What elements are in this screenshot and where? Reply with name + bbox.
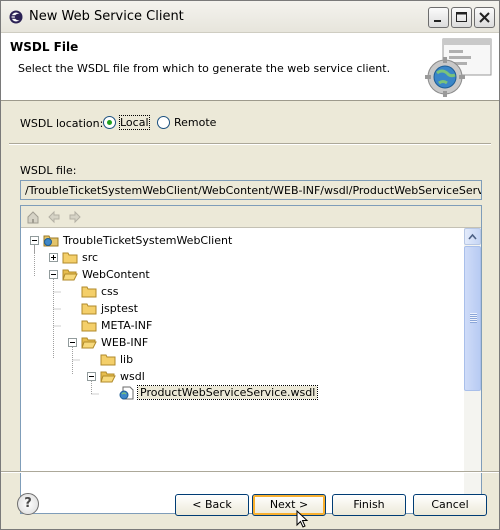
tree-item-lib[interactable]: lib [21,351,221,368]
separator [9,143,491,145]
radio-circle [157,116,170,129]
tree-item-label: src [82,251,99,264]
open-folder-icon [100,371,116,383]
tree-item-meta-inf[interactable]: META-INF [21,317,221,334]
tree-item-css[interactable]: css [21,283,221,300]
radio-circle [103,116,116,129]
expand-icon[interactable] [49,253,58,262]
local-radio[interactable]: Local [103,115,150,131]
tree-toolbar [21,206,481,228]
title-bar: New Web Service Client [1,1,499,33]
close-icon [479,12,490,23]
new-web-service-client-dialog: New Web Service Client WSDL File Select … [0,0,500,530]
wizard-content: WSDL location: Local Remote WSDL file: /… [1,102,499,514]
maximize-button[interactable] [451,7,472,28]
minimize-button[interactable] [428,7,449,28]
collapse-icon[interactable] [68,338,77,347]
open-folder-icon [62,269,78,281]
tree-item-label: ProductWebServiceService.wsdl [136,385,319,400]
tree-item-label: wsdl [120,370,145,383]
folder-icon [81,320,97,332]
collapse-icon[interactable] [87,372,96,381]
separator [1,471,499,473]
tree-item-label: WEB-INF [101,336,149,349]
scroll-thumb[interactable] [464,246,481,391]
radio-selected-dot [107,120,112,125]
tree-item-src[interactable]: src [21,249,221,266]
local-radio-label: Local [119,115,150,130]
folder-icon [81,286,97,298]
cancel-button[interactable]: Cancel [413,494,487,516]
scroll-up-button[interactable] [464,228,481,245]
wsdl-file-icon [119,386,134,400]
open-folder-icon [81,337,97,349]
close-button[interactable] [474,7,495,28]
tree-item-label: WebContent [82,268,150,281]
tree-item-wsdl-file[interactable]: ProductWebServiceService.wsdl [21,385,321,402]
collapse-icon[interactable] [30,236,39,245]
collapse-icon[interactable] [49,270,58,279]
folder-icon [100,354,116,366]
folder-icon [62,252,78,264]
forward-arrow-icon[interactable] [68,210,82,224]
wsdl-file-label: WSDL file: [20,164,77,177]
maximize-icon [456,12,467,22]
web-service-globe-image [425,38,492,97]
tree-item-label: lib [120,353,134,366]
tree-item-jsptest[interactable]: jsptest [21,300,221,317]
mouse-pointer-icon [296,510,309,528]
scroll-grip [470,313,477,323]
tree-item-label: TroubleTicketSystemWebClient [63,234,233,247]
minimize-icon [434,20,441,22]
help-button[interactable]: ? [17,493,39,515]
wsdl-location-label: WSDL location: [20,117,104,130]
tree-item-project[interactable]: TroubleTicketSystemWebClient [21,232,232,249]
window-title: New Web Service Client [29,9,184,24]
tree-item-label: css [101,285,119,298]
tree-item-label: META-INF [101,319,153,332]
finish-button[interactable]: Finish [332,494,406,516]
page-description: Select the WSDL file from which to gener… [18,62,391,75]
tree-item-web-inf[interactable]: WEB-INF [21,334,221,351]
tree-item-label: jsptest [101,302,138,315]
remote-radio[interactable]: Remote [157,115,217,131]
project-tree-panel: TroubleTicketSystemWebClient src WebCont… [20,205,482,514]
back-arrow-icon[interactable] [47,210,61,224]
web-project-icon [43,235,59,247]
next-button[interactable]: Next > [252,494,326,516]
home-icon[interactable] [26,210,40,224]
page-title: WSDL File [10,40,79,54]
tree-item-webcontent[interactable]: WebContent [21,266,221,283]
tree-item-wsdl-folder[interactable]: wsdl [21,368,221,385]
eclipse-icon [9,10,23,24]
remote-radio-label: Remote [174,116,217,129]
wizard-banner: WSDL File Select the WSDL file from whic… [1,33,499,101]
wsdl-file-path-field[interactable]: /TroubleTicketSystemWebClient/WebContent… [20,180,482,200]
chevron-up-icon [468,233,477,240]
folder-icon [81,303,97,315]
back-button[interactable]: < Back [175,494,249,516]
